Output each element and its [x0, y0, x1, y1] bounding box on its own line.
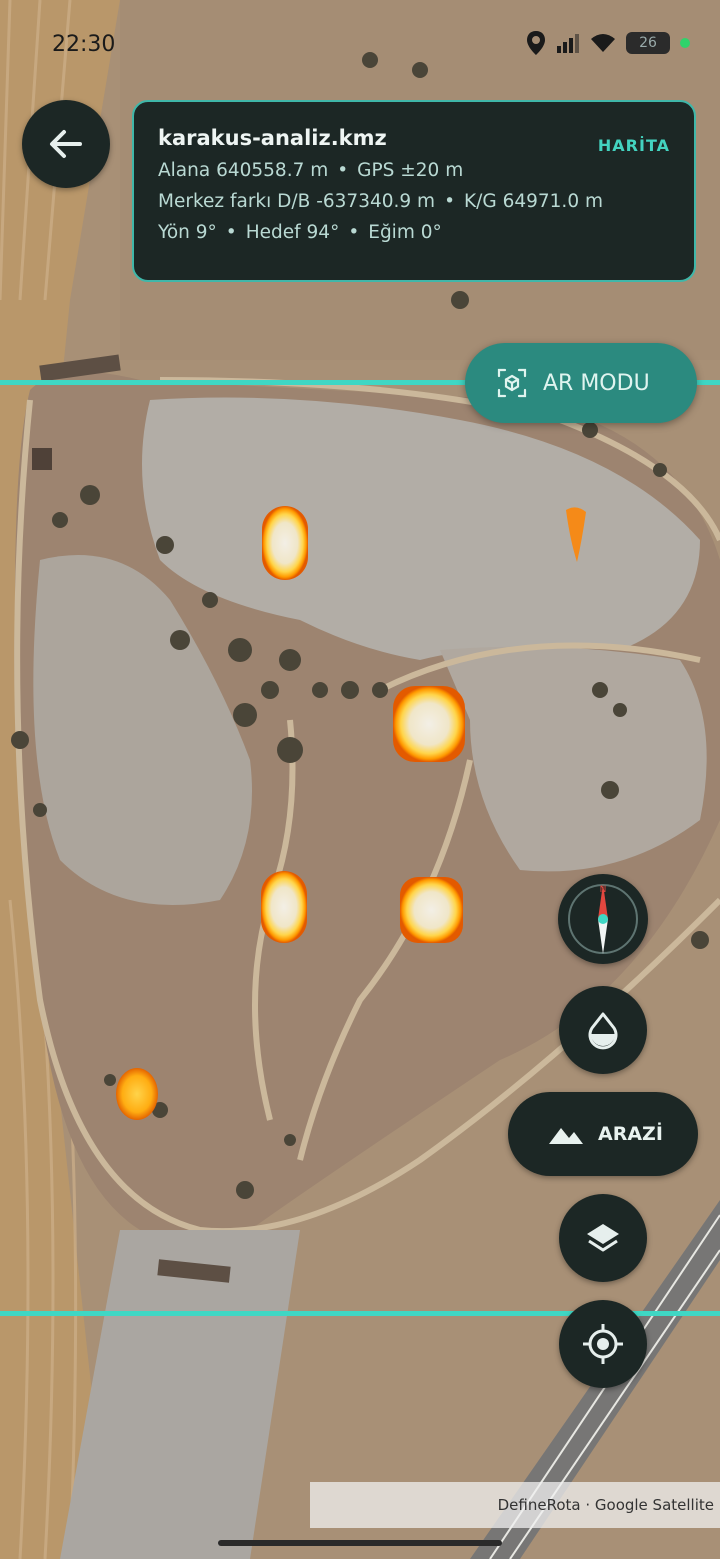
- center-diff-ns: K/G 64971.0 m: [464, 191, 603, 212]
- opacity-button[interactable]: [559, 986, 647, 1074]
- back-button[interactable]: [22, 100, 110, 188]
- separator: •: [348, 222, 360, 243]
- status-bar: 22:30 26: [0, 0, 720, 92]
- compass-button[interactable]: N: [558, 874, 648, 964]
- crosshair-icon: [583, 1324, 623, 1364]
- ar-cube-icon: [497, 368, 527, 398]
- battery-indicator: 26: [626, 32, 670, 54]
- home-indicator[interactable]: [218, 1540, 502, 1546]
- my-location-button[interactable]: [559, 1300, 647, 1388]
- info-line-2: Merkez farkı D/B -637340.9 m • K/G 64971.0…: [158, 191, 670, 212]
- layers-button[interactable]: [559, 1194, 647, 1282]
- signal-icon: [557, 34, 579, 53]
- info-line-3: Yön 9° • Hedef 94° • Eğim 0°: [158, 222, 670, 243]
- ar-mode-label: AR MODU: [543, 370, 650, 396]
- separator: •: [225, 222, 237, 243]
- mountain-icon: [549, 1128, 583, 1144]
- terrain-label: ARAZİ: [598, 1123, 663, 1145]
- gps-accuracy: GPS ±20 m: [357, 160, 464, 181]
- layers-icon: [587, 1224, 619, 1252]
- target-value: Hedef 94°: [245, 222, 340, 243]
- location-icon: [527, 31, 545, 55]
- map-attribution: DefineRota · Google Satellite: [310, 1482, 720, 1528]
- slope-value: Eğim 0°: [368, 222, 442, 243]
- info-line-1: Alana 640558.7 m • GPS ±20 m: [158, 160, 670, 181]
- svg-text:N: N: [600, 885, 607, 895]
- analysis-info-card: karakus-analiz.kmz HARİTA Alana 640558.7…: [132, 100, 696, 282]
- water-drop-icon: [588, 1012, 618, 1050]
- center-diff-ew: Merkez farkı D/B -637340.9 m: [158, 191, 436, 212]
- file-name: karakus-analiz.kmz: [158, 126, 387, 150]
- area-value: Alana 640558.7 m: [158, 160, 329, 181]
- ar-mode-button[interactable]: AR MODU: [465, 343, 697, 423]
- map-mode-link[interactable]: HARİTA: [598, 136, 670, 155]
- separator: •: [337, 160, 349, 181]
- wifi-icon: [591, 34, 615, 52]
- status-time: 22:30: [52, 32, 116, 57]
- compass-icon: N: [568, 884, 638, 954]
- privacy-dot: [680, 38, 690, 48]
- status-icons: 26: [526, 30, 690, 56]
- terrain-button[interactable]: ARAZİ: [508, 1092, 698, 1176]
- separator: •: [444, 191, 455, 212]
- heading-value: Yön 9°: [158, 222, 217, 243]
- arrow-left-icon: [50, 130, 82, 158]
